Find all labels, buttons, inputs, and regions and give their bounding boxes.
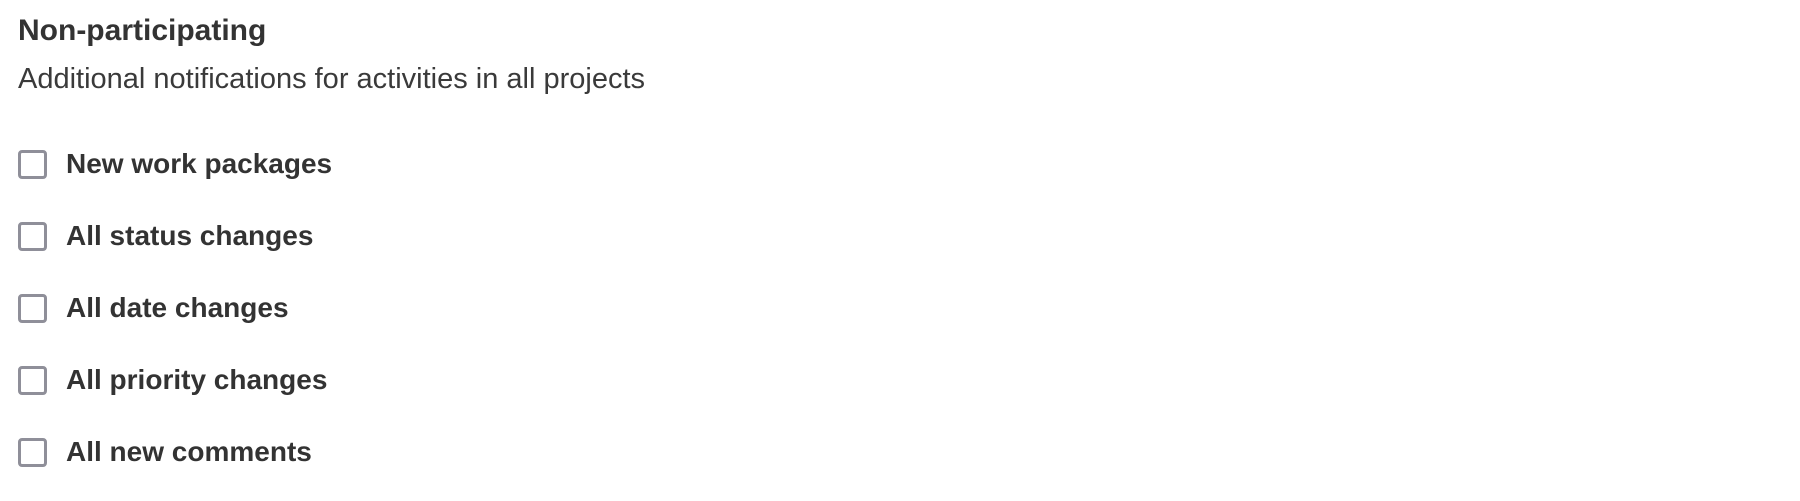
section-description: Additional notifications for activities … — [18, 63, 646, 95]
all-new-comments-checkbox[interactable] — [18, 437, 47, 467]
all-new-comments-label[interactable]: All new comments — [66, 433, 312, 471]
new-work-packages-label[interactable]: New work packages — [66, 145, 332, 183]
option-all-status-changes[interactable]: All status changes — [18, 213, 332, 259]
option-all-new-comments[interactable]: All new comments — [18, 429, 332, 475]
all-status-changes-label[interactable]: All status changes — [66, 217, 313, 255]
non-participating-section: Non-participating Additional notificatio… — [18, 12, 1778, 98]
all-date-changes-label[interactable]: All date changes — [66, 289, 289, 327]
notification-options-list: New work packages All status changes All… — [18, 141, 332, 501]
all-priority-changes-checkbox[interactable] — [18, 365, 47, 395]
all-date-changes-checkbox[interactable] — [18, 293, 47, 323]
all-status-changes-checkbox[interactable] — [18, 221, 47, 251]
option-all-priority-changes[interactable]: All priority changes — [18, 357, 332, 403]
new-work-packages-checkbox[interactable] — [18, 149, 47, 179]
section-title: Non-participating — [18, 14, 267, 47]
option-new-work-packages[interactable]: New work packages — [18, 141, 332, 187]
option-all-date-changes[interactable]: All date changes — [18, 285, 332, 331]
all-priority-changes-label[interactable]: All priority changes — [66, 361, 327, 399]
